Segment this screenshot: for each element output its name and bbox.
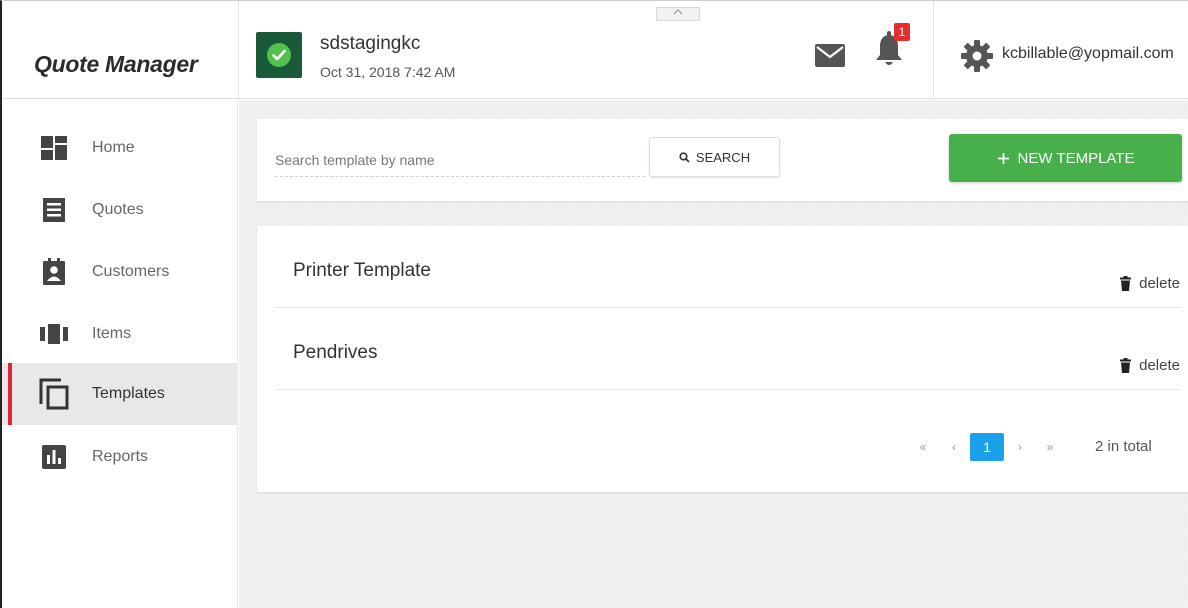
delete-label: delete (1139, 275, 1180, 292)
search-button-label: SEARCH (695, 149, 751, 165)
sidebar-nav: Home Quotes Customers Items Templates Re… (2, 100, 238, 608)
sidebar-item-label: Customers (92, 263, 170, 280)
account-name: sdstagingkc (320, 33, 421, 54)
user-email-menu[interactable]: kcbillable@yopmail.com (1002, 45, 1174, 63)
chevron-up-icon (673, 9, 683, 15)
next-page-button[interactable]: › (1013, 433, 1027, 461)
new-template-button[interactable]: NEW TEMPLATE (949, 134, 1182, 182)
last-page-button[interactable]: » (1043, 433, 1057, 461)
template-list: Printer Template delete Pendrives delete (257, 226, 1188, 492)
search-icon (679, 151, 690, 163)
dashboard-icon (39, 133, 69, 163)
delete-label: delete (1139, 357, 1180, 374)
customer-badge-icon (39, 257, 69, 287)
header-divider (933, 1, 934, 99)
list-item: Printer Template delete (276, 226, 1180, 308)
sidebar-item-home[interactable]: Home (2, 117, 238, 179)
delete-template-button[interactable]: delete (1120, 275, 1180, 292)
check-icon (267, 43, 291, 67)
mail-icon[interactable] (814, 43, 846, 69)
items-icon (39, 319, 69, 349)
brand-logo[interactable]: Quote Manager (34, 51, 198, 78)
template-search-input[interactable] (275, 143, 645, 177)
collapse-header-button[interactable] (656, 7, 700, 21)
templates-icon (39, 378, 69, 410)
sidebar-item-label: Templates (92, 385, 165, 402)
sidebar-item-label: Quotes (92, 201, 144, 218)
plus-icon (997, 152, 1009, 164)
pagination: « ‹ 1 › » 2 in total (257, 428, 1188, 464)
top-header: Quote Manager sdstagingkc Oct 31, 2018 7… (2, 1, 1188, 99)
account-status-icon (256, 32, 302, 78)
delete-template-button[interactable]: delete (1120, 357, 1180, 374)
trash-icon (1120, 276, 1132, 291)
template-name-link[interactable]: Printer Template (293, 260, 431, 282)
sidebar-item-templates[interactable]: Templates (2, 363, 238, 425)
template-name-link[interactable]: Pendrives (293, 342, 378, 364)
gear-icon[interactable] (960, 39, 994, 73)
account-date: Oct 31, 2018 7:42 AM (320, 64, 456, 80)
template-toolbar: SEARCH NEW TEMPLATE (257, 119, 1188, 201)
sidebar-item-quotes[interactable]: Quotes (2, 179, 238, 241)
sidebar-item-customers[interactable]: Customers (2, 241, 238, 303)
page-number-current[interactable]: 1 (970, 433, 1004, 461)
prev-page-button[interactable]: ‹ (947, 433, 961, 461)
list-item: Pendrives delete (276, 308, 1180, 390)
search-button[interactable]: SEARCH (649, 137, 780, 177)
sidebar-item-label: Reports (92, 448, 149, 465)
total-count: 2 in total (1095, 438, 1152, 455)
main-content: SEARCH NEW TEMPLATE Printer Template del… (239, 100, 1188, 608)
sidebar-item-label: Home (92, 139, 135, 156)
first-page-button[interactable]: « (916, 433, 930, 461)
quotes-icon (39, 195, 69, 225)
notification-badge: 1 (894, 23, 910, 41)
trash-icon (1120, 358, 1132, 373)
notifications-button[interactable]: 1 (874, 23, 910, 73)
sidebar-item-label: Items (92, 325, 132, 342)
reports-chart-icon (39, 442, 69, 472)
sidebar-item-items[interactable]: Items (2, 303, 238, 365)
new-template-label: NEW TEMPLATE (1017, 149, 1135, 167)
header-divider (238, 1, 239, 99)
app-window: Quote Manager sdstagingkc Oct 31, 2018 7… (0, 0, 1188, 608)
sidebar-item-reports[interactable]: Reports (2, 426, 238, 488)
